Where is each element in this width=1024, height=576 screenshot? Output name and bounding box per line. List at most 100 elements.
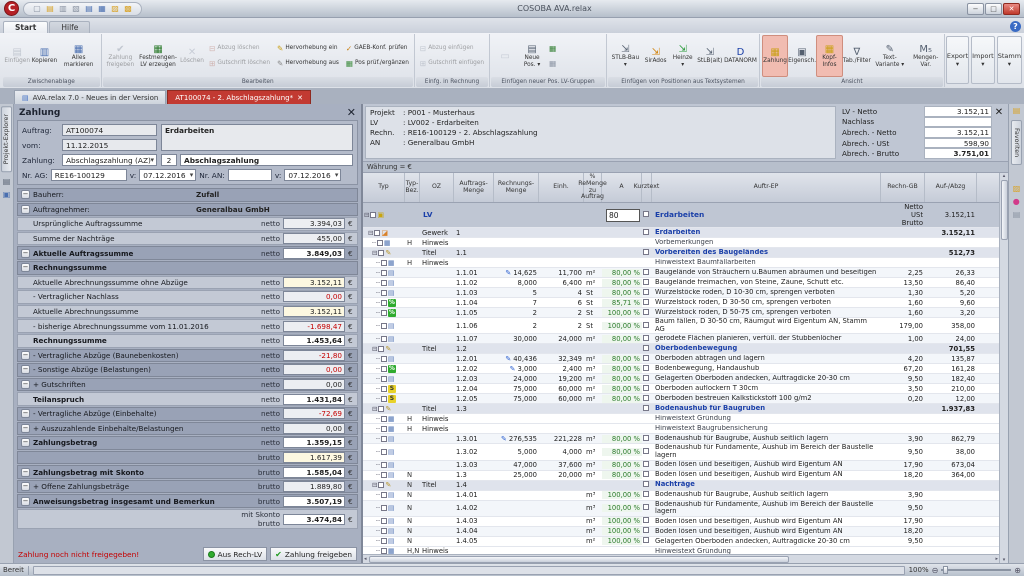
abzug-l-schen-button[interactable]: ⊟Abzug löschen: [206, 42, 273, 56]
lv-table-row[interactable]: ⊟✎Titel1.2Oberbodenbewegung701,55: [363, 344, 999, 354]
mengen-var-button[interactable]: M₅Mengen-Var.: [910, 35, 942, 77]
a-checkbox[interactable]: [643, 471, 649, 477]
lv-table-row[interactable]: ┄▤N1.4.04m³100,00 %Boden lösen und besei…: [363, 527, 999, 537]
lv-close-icon[interactable]: ✕: [992, 106, 1006, 159]
vscroll-thumb[interactable]: [1001, 180, 1008, 240]
favorites-folder-icon[interactable]: ▤: [1013, 106, 1021, 115]
row-checkbox[interactable]: [381, 492, 387, 498]
heinze-button[interactable]: ⇲Heinze ▾: [670, 35, 696, 77]
abzug-einf-gen-button[interactable]: ⊟Abzug einfügen: [417, 42, 487, 56]
lv-table-row[interactable]: ┄▤1.3.01✎276,535221,228m³80,00 %Bodenaus…: [363, 434, 999, 444]
row-checkbox[interactable]: [381, 528, 387, 534]
a-checkbox[interactable]: [643, 461, 649, 467]
row-checkbox[interactable]: [378, 482, 384, 488]
lv-table-row[interactable]: ┄S1.2.0575,00060,000m²80,00 %Oberboden b…: [363, 394, 999, 404]
lv-table-row[interactable]: ⊟◪Gewerk1Erdarbeiten3.152,11: [363, 228, 999, 238]
column-header-rechn-gb[interactable]: Rechn-GB: [881, 173, 925, 202]
a-checkbox[interactable]: [643, 395, 649, 401]
collapse-button[interactable]: −: [21, 424, 30, 433]
aus-rech-lv-button[interactable]: Aus Rech-LV: [203, 547, 268, 561]
a-checkbox[interactable]: [643, 517, 649, 523]
lv-table-row[interactable]: ┄▤1.1.01✎14,62511,700m²80,00 %Baugelände…: [363, 268, 999, 278]
lv-table-row[interactable]: ┄▤1.1.028,0006,400m²80,00 %Baugelände fr…: [363, 278, 999, 288]
print-icon[interactable]: ▥: [58, 4, 68, 14]
group-grid-icon[interactable]: ▦: [546, 42, 604, 56]
a-checkbox[interactable]: [643, 491, 649, 497]
row-checkbox[interactable]: [381, 323, 387, 329]
l-schen-button[interactable]: ✕Löschen: [179, 35, 205, 77]
stamm-button[interactable]: Stamm▾: [997, 36, 1022, 84]
row-checkbox[interactable]: [381, 538, 387, 544]
row-checkbox[interactable]: [381, 505, 387, 511]
neue-pos-button[interactable]: ▤Neue Pos. ▾: [519, 35, 545, 77]
row-checkbox[interactable]: [378, 346, 384, 352]
pink-ball-icon[interactable]: ●: [1013, 197, 1021, 206]
zahlung-name-field[interactable]: Abschlagszahlung: [180, 154, 353, 166]
lv-table-row[interactable]: ┄▤N1.4.01m³100,00 %Bodenaushub für Baugr…: [363, 491, 999, 501]
lv-table-row[interactable]: ┄▦HHinweisHinweistext Baumfällarbeiten: [363, 258, 999, 268]
collapse-button[interactable]: −: [21, 482, 30, 491]
catalog-icon[interactable]: ▣: [3, 190, 11, 199]
gaeb-konf-pr-fen-button[interactable]: ✓GAEB-Konf. prüfen: [343, 42, 412, 56]
eigensch-button[interactable]: ▣Eigensch.: [789, 35, 815, 77]
print-preview-icon[interactable]: ▧: [71, 4, 81, 14]
lv-table-row[interactable]: ┄%1.1.0476St85,71 %Wurzelstock roden, D …: [363, 298, 999, 308]
help-icon[interactable]: ?: [1010, 21, 1021, 32]
lv-table-row[interactable]: ┄▤1.1.0354St80,00 %Wurzelstöcke roden, D…: [363, 288, 999, 298]
lv-table-row[interactable]: ┄▤1.3.025,0004,000m³80,00 %Bodenaushub f…: [363, 444, 999, 460]
lv-table-row[interactable]: ┄▦H,NHinweisHinweistext Gründung: [363, 547, 999, 554]
row-checkbox[interactable]: [374, 230, 380, 236]
row-checkbox[interactable]: [381, 280, 387, 286]
tab-start[interactable]: Start: [3, 21, 48, 33]
note-icon[interactable]: ▤: [1013, 210, 1021, 219]
lv-table-row[interactable]: ┄%1.2.02✎3,0002,400m³80,00 %Bodenbewegun…: [363, 364, 999, 374]
a-checkbox[interactable]: [643, 527, 649, 533]
collapse-button[interactable]: −: [21, 263, 30, 272]
row-checkbox[interactable]: [381, 260, 387, 266]
a-checkbox[interactable]: [643, 345, 649, 351]
row-checkbox[interactable]: [381, 472, 387, 478]
row-checkbox[interactable]: [381, 366, 387, 372]
doc-tab-ava-relax-7-0-neues-in-der-version[interactable]: ▤AVA.relax 7.0 - Neues in der Version: [14, 90, 166, 104]
column-header-auftr-ep[interactable]: Auftr-EP: [652, 173, 881, 202]
maximize-button[interactable]: □: [985, 3, 1002, 15]
lv-table-row[interactable]: ┄▤1.2.0324,00019,200m²80,00 %Gelagerten …: [363, 374, 999, 384]
row-checkbox[interactable]: [381, 396, 387, 402]
stlb-bau-button[interactable]: ⇲STLB-Bau ▾: [609, 35, 642, 77]
lv-table-row[interactable]: ⊟✎NTitel1.4Nachträge: [363, 481, 999, 491]
folder-icon[interactable]: ▨: [1013, 184, 1021, 193]
expander-icon[interactable]: ⊟: [364, 211, 369, 219]
zoom-in-icon[interactable]: ⊕: [1014, 566, 1021, 575]
tab-filter-button[interactable]: ∇Tab./Filter: [844, 35, 870, 77]
horizontal-scrollbar[interactable]: ◂▸: [363, 554, 999, 563]
row-checkbox[interactable]: [370, 212, 376, 218]
lv-table-row[interactable]: ⊟▣LV80ErdarbeitenNettoUStBrutto3.152,11: [363, 203, 999, 228]
a-checkbox[interactable]: [643, 537, 649, 543]
favoriten-tab[interactable]: Favoriten: [1011, 120, 1022, 165]
a-checkbox[interactable]: [643, 289, 649, 295]
column-header-auftrags-menge[interactable]: Auftrags- Menge: [454, 173, 494, 202]
a-checkbox[interactable]: [643, 375, 649, 381]
zahlung-type-select[interactable]: Abschlagszahlung (AZ): [62, 154, 157, 166]
collapse-button[interactable]: −: [21, 249, 30, 258]
a-checkbox[interactable]: [643, 229, 649, 235]
column-header-typ[interactable]: Typ: [363, 173, 405, 202]
row-checkbox[interactable]: [381, 270, 387, 276]
a-checkbox[interactable]: [643, 322, 649, 328]
open-folder-icon[interactable]: ▤: [45, 4, 55, 14]
row-checkbox[interactable]: [381, 356, 387, 362]
projekt-explorer-tab[interactable]: Projekt-Explorer: [1, 106, 12, 172]
lv-table-row[interactable]: ┄▤1.1.0622St100,00 %Baum fällen, D 30-50…: [363, 318, 999, 334]
minimize-button[interactable]: −: [967, 3, 984, 15]
pos-pr-f-erg-nzen-button[interactable]: ▦Pos prüf./ergänzen: [343, 57, 412, 71]
lv-table-row[interactable]: ┄▤N1.4.02m³100,00 %Bodenaushub für Funda…: [363, 501, 999, 517]
collapse-button[interactable]: −: [21, 409, 30, 418]
stlb-alt-button[interactable]: ⇲StLB(alt): [697, 35, 723, 77]
vom-field[interactable]: 11.12.2015: [62, 139, 157, 151]
zahlung-freigeben-button[interactable]: ✔Zahlung freigeben: [270, 547, 357, 561]
text-variante-button[interactable]: ✎Text-Variante ▾: [871, 35, 909, 77]
a-checkbox[interactable]: [643, 299, 649, 305]
export-button[interactable]: Export▾: [946, 36, 969, 84]
zoom-slider-thumb[interactable]: [943, 566, 948, 574]
lv-table-row[interactable]: ┄▦HHinweisHinweistext Gründung: [363, 414, 999, 424]
